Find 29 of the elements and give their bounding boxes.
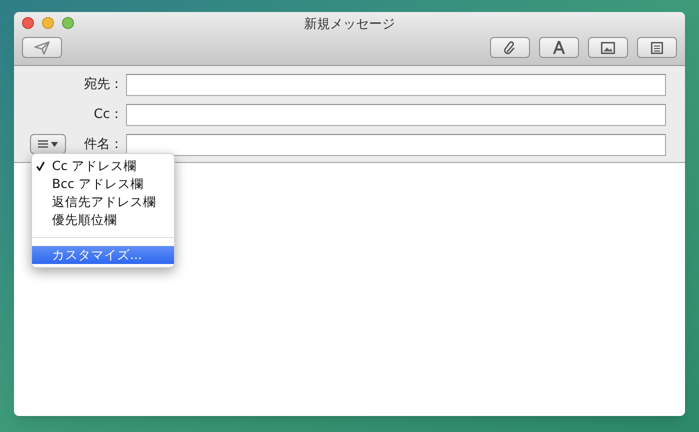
field-label: Cc：	[92, 106, 124, 124]
minimize-button[interactable]	[42, 17, 54, 29]
menu-item[interactable]: Bcc アドレス欄	[32, 175, 174, 193]
zoom-button[interactable]	[62, 17, 74, 29]
send-button[interactable]	[22, 37, 62, 58]
font-button[interactable]	[539, 37, 579, 58]
caret-icon	[51, 142, 58, 146]
list-icon	[38, 140, 48, 148]
input-field[interactable]	[126, 134, 666, 156]
input-field[interactable]	[126, 74, 666, 96]
field-label: 宛先：	[83, 76, 124, 94]
photo-button[interactable]	[588, 37, 628, 58]
menu-item[interactable]: 返信先アドレス欄	[32, 193, 174, 211]
menu-item[interactable]: Cc アドレス欄	[32, 157, 174, 175]
menu-item[interactable]: 優先順位欄	[32, 211, 174, 229]
field-label: 件名：	[83, 136, 124, 154]
header-options-button[interactable]	[30, 134, 66, 154]
template-icon	[651, 42, 663, 54]
paperclip-icon	[504, 40, 516, 54]
paper-plane-icon	[34, 40, 50, 54]
picture-icon	[601, 42, 615, 54]
close-button[interactable]	[22, 17, 34, 29]
attach-button[interactable]	[490, 37, 530, 58]
checkmark-icon	[36, 161, 45, 171]
input-field[interactable]	[126, 104, 666, 126]
template-button[interactable]	[637, 37, 677, 58]
window-title: 新規メッセージ	[304, 16, 395, 34]
menu-item[interactable]: カスタマイズ...	[32, 246, 174, 264]
font-icon	[553, 41, 565, 54]
